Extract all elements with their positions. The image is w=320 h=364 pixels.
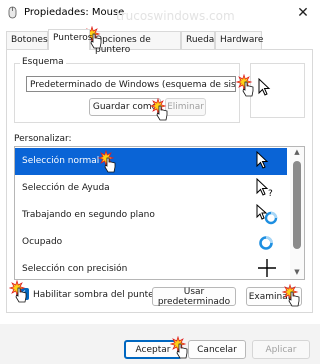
window-title: Propiedades: Mouse bbox=[24, 7, 125, 18]
list-item[interactable]: Trabajando en segundo plano bbox=[15, 202, 287, 229]
click-marker-icon bbox=[236, 74, 254, 97]
tab-wheel[interactable]: Rueda bbox=[181, 31, 215, 49]
tab-pointers[interactable]: Punteros bbox=[48, 29, 92, 50]
shadow-checkbox-label: Habilitar sombra del puntero bbox=[33, 290, 163, 300]
arrow-pointer-icon bbox=[256, 151, 269, 169]
mouse-icon bbox=[8, 6, 17, 19]
working-pointer-icon bbox=[256, 204, 278, 225]
close-button[interactable]: ✕ bbox=[287, 1, 319, 25]
list-item[interactable]: Selección de Ayuda bbox=[15, 175, 287, 202]
click-marker-icon bbox=[170, 336, 188, 359]
list-item-label: Selección con precisión bbox=[22, 264, 128, 274]
scroll-down-icon[interactable]: ▼ bbox=[290, 268, 304, 278]
list-item-label: Trabajando en segundo plano bbox=[22, 210, 155, 220]
scheme-dropdown[interactable]: Predeterminado de Windows (esquema de si… bbox=[26, 76, 236, 92]
help-pointer-icon: ? bbox=[256, 178, 273, 198]
cancel-button[interactable]: Cancelar bbox=[188, 340, 246, 359]
scrollbar-thumb[interactable] bbox=[293, 161, 301, 249]
busy-pointer-icon bbox=[259, 236, 273, 250]
list-item[interactable]: Selección con precisión bbox=[15, 256, 287, 279]
list-item-label: Selección de Ayuda bbox=[22, 183, 110, 193]
click-marker-icon bbox=[9, 280, 27, 303]
click-marker-icon bbox=[150, 98, 168, 121]
list-item[interactable]: Selección normal bbox=[15, 148, 287, 175]
tab-hardware[interactable]: Hardware bbox=[215, 31, 263, 49]
scheme-group-label: Esquema bbox=[20, 57, 66, 67]
arrow-pointer-icon bbox=[258, 78, 271, 96]
pointer-preview bbox=[250, 63, 305, 118]
crosshair-pointer-icon bbox=[258, 259, 276, 277]
click-marker-icon bbox=[98, 150, 116, 173]
list-item-label: Selección normal bbox=[22, 156, 100, 166]
delete-button[interactable]: Eliminar bbox=[165, 98, 206, 116]
list-item-label: Ocupado bbox=[22, 237, 63, 247]
scroll-up-icon[interactable]: ▲ bbox=[290, 148, 304, 158]
pointer-list[interactable]: Selección normal Selección de Ayuda Trab… bbox=[14, 146, 305, 280]
use-default-button[interactable]: Usar predeterminado bbox=[152, 287, 236, 307]
apply-button[interactable]: Aplicar bbox=[252, 340, 310, 359]
watermark: trucoswindows.com bbox=[116, 9, 235, 23]
click-marker-icon bbox=[282, 284, 300, 307]
tab-buttons[interactable]: Botones bbox=[6, 31, 48, 49]
list-item[interactable]: Ocupado bbox=[15, 229, 287, 256]
svg-text:?: ? bbox=[268, 189, 273, 198]
customize-label: Personalizar: bbox=[14, 134, 72, 144]
